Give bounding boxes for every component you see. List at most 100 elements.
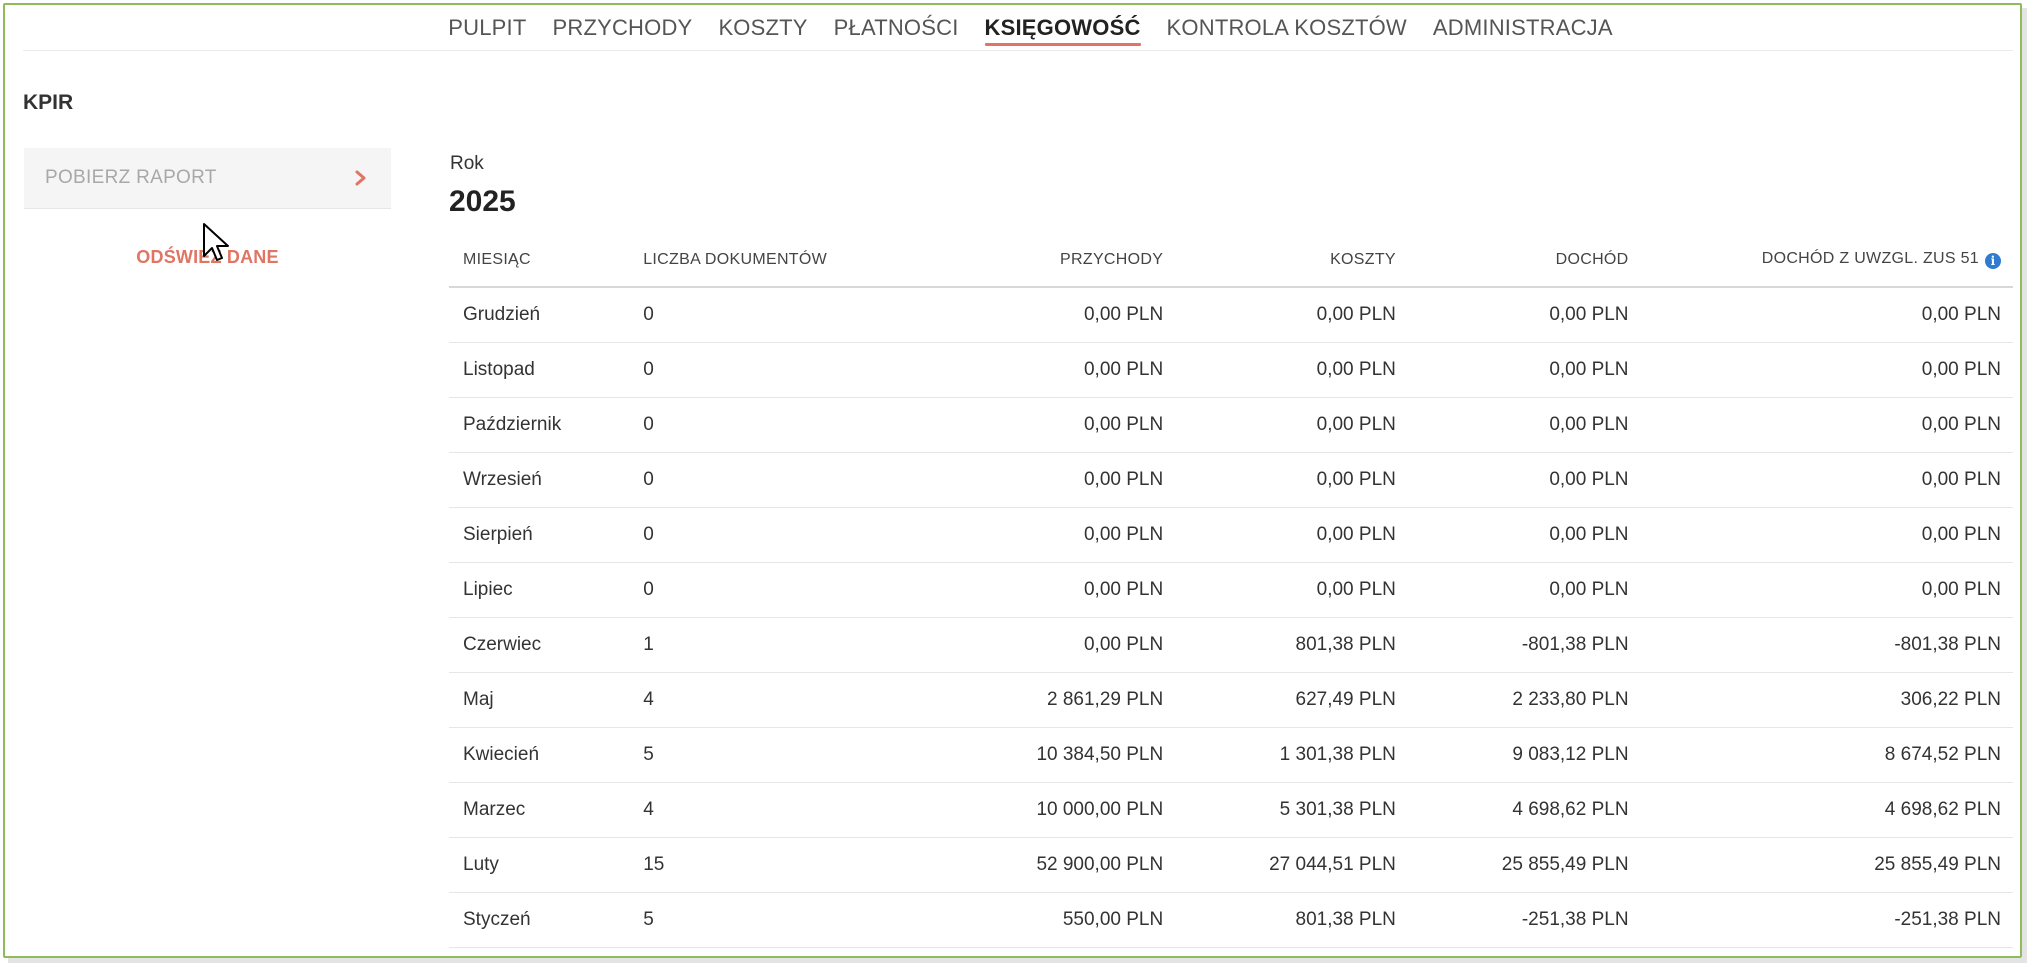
- cell-income-zus: 0,00 PLN: [1628, 287, 2013, 343]
- cell-revenue: 10 384,50 PLN: [942, 727, 1164, 783]
- cell-income-zus: 0,00 PLN: [1628, 452, 2013, 508]
- cell-document-count: 0: [643, 287, 943, 343]
- nav-platnosci[interactable]: PŁATNOŚCI: [821, 5, 972, 40]
- section-title: KPIR: [23, 91, 74, 114]
- cell-costs: 0,00 PLN: [1163, 562, 1396, 618]
- cell-income-zus: 4 698,62 PLN: [1628, 782, 2013, 838]
- cell-costs: 801,38 PLN: [1163, 892, 1396, 948]
- cell-revenue: 550,00 PLN: [942, 892, 1164, 948]
- cell-month: Styczeń: [449, 892, 644, 948]
- cell-document-count: 0: [643, 397, 943, 453]
- download-report-label: POBIERZ RAPORT: [45, 167, 217, 188]
- cell-revenue: 0,00 PLN: [942, 452, 1164, 508]
- cell-document-count: 5: [643, 892, 943, 948]
- cell-income-zus: 0,00 PLN: [1628, 397, 2013, 453]
- table-row: Lipiec 0 0,00 PLN 0,00 PLN 0,00 PLN 0,00 PLN: [449, 562, 2013, 618]
- cell-costs: 627,49 PLN: [1163, 672, 1396, 728]
- cell-income: 0,00 PLN: [1395, 397, 1629, 453]
- top-navigation: PULPIT PRZYCHODY KOSZTY PŁATNOŚCI KSIĘGO…: [5, 5, 2021, 49]
- column-header-month: MIESIĄC: [449, 233, 644, 288]
- year-label: Rok: [450, 153, 484, 174]
- column-header-income: DOCHÓD: [1395, 233, 1629, 288]
- table-row: Styczeń 5 550,00 PLN 801,38 PLN -251,38 PLN -…: [449, 892, 2013, 948]
- nav-kontrola-kosztow[interactable]: KONTROLA KOSZTÓW: [1154, 5, 1420, 40]
- cell-document-count: 15: [643, 837, 943, 893]
- download-report-button[interactable]: POBIERZ RAPORT: [24, 148, 391, 209]
- cell-revenue: 0,00 PLN: [942, 397, 1164, 453]
- column-header-document-count: LICZBA DOKUMENTÓW: [643, 233, 943, 288]
- cell-month: Lipiec: [449, 562, 644, 618]
- year-value[interactable]: 2025: [449, 185, 516, 219]
- table-row: Czerwiec 1 0,00 PLN 801,38 PLN -801,38 PLN -8…: [449, 617, 2013, 673]
- table-row: Październik 0 0,00 PLN 0,00 PLN 0,00 PLN 0,00…: [449, 397, 2013, 453]
- cell-costs: 0,00 PLN: [1163, 287, 1396, 343]
- column-header-income-zus-label: DOCHÓD Z UWZGL. ZUS 51: [1761, 250, 1979, 267]
- cell-document-count: 5: [643, 727, 943, 783]
- window-shadow-right: [2022, 8, 2027, 961]
- cell-income: 9 083,12 PLN: [1395, 727, 1629, 783]
- cell-income: 0,00 PLN: [1395, 562, 1629, 618]
- info-icon[interactable]: i: [1985, 253, 2001, 269]
- cell-document-count: 0: [643, 452, 943, 508]
- cell-month: Sierpień: [449, 507, 644, 563]
- cell-income-zus: -801,38 PLN: [1628, 617, 2013, 673]
- nav-pulpit[interactable]: PULPIT: [435, 5, 539, 40]
- cell-costs: 5 301,38 PLN: [1163, 782, 1396, 838]
- table-row: Grudzień 0 0,00 PLN 0,00 PLN 0,00 PLN 0,00 PL…: [449, 287, 2013, 343]
- table-header-row: MIESIĄC LICZBA DOKUMENTÓW PRZYCHODY KOSZ…: [449, 233, 2013, 288]
- table-row: Kwiecień 5 10 384,50 PLN 1 301,38 PLN 9 083,…: [449, 727, 2013, 783]
- nav-administracja[interactable]: ADMINISTRACJA: [1420, 5, 1626, 40]
- cell-revenue: 0,00 PLN: [942, 562, 1164, 618]
- column-header-income-zus: DOCHÓD Z UWZGL. ZUS 51 i: [1628, 233, 2013, 288]
- cell-month: Październik: [449, 397, 644, 453]
- cell-costs: 27 044,51 PLN: [1163, 837, 1396, 893]
- cell-month: Czerwiec: [449, 617, 644, 673]
- cell-month: Listopad: [449, 342, 644, 398]
- cell-document-count: 4: [643, 782, 943, 838]
- app-window: PULPIT PRZYCHODY KOSZTY PŁATNOŚCI KSIĘGO…: [3, 3, 2022, 958]
- cell-income-zus: 306,22 PLN: [1628, 672, 2013, 728]
- cell-month: Maj: [449, 672, 644, 728]
- cell-costs: 801,38 PLN: [1163, 617, 1396, 673]
- cell-costs: 0,00 PLN: [1163, 342, 1396, 398]
- mouse-pointer-icon: [203, 223, 229, 261]
- cell-revenue: 0,00 PLN: [942, 287, 1164, 343]
- cell-month: Marzec: [449, 782, 644, 838]
- cell-document-count: 0: [643, 342, 943, 398]
- cell-costs: 0,00 PLN: [1163, 507, 1396, 563]
- cell-income: 2 233,80 PLN: [1395, 672, 1629, 728]
- cell-document-count: 0: [643, 562, 943, 618]
- table-row: Listopad 0 0,00 PLN 0,00 PLN 0,00 PLN 0,00 PL…: [449, 342, 2013, 398]
- cell-income-zus: 0,00 PLN: [1628, 342, 2013, 398]
- nav-divider: [23, 50, 2013, 51]
- cell-month: Luty: [449, 837, 644, 893]
- table-row: Maj 4 2 861,29 PLN 627,49 PLN 2 233,80 PLN 30…: [449, 672, 2013, 728]
- table-row: Luty 15 52 900,00 PLN 27 044,51 PLN 25 855,4…: [449, 837, 2013, 893]
- cell-revenue: 0,00 PLN: [942, 507, 1164, 563]
- cell-document-count: 4: [643, 672, 943, 728]
- cell-income-zus: 25 855,49 PLN: [1628, 837, 2013, 893]
- nav-ksiegowosc[interactable]: KSIĘGOWOŚĆ: [972, 5, 1154, 46]
- cell-income-zus: 0,00 PLN: [1628, 562, 2013, 618]
- cell-revenue: 2 861,29 PLN: [942, 672, 1164, 728]
- cell-revenue: 10 000,00 PLN: [942, 782, 1164, 838]
- cell-revenue: 0,00 PLN: [942, 617, 1164, 673]
- cell-month: Wrzesień: [449, 452, 644, 508]
- cell-document-count: 1: [643, 617, 943, 673]
- cell-income: -801,38 PLN: [1395, 617, 1629, 673]
- cell-document-count: 0: [643, 507, 943, 563]
- nav-przychody[interactable]: PRZYCHODY: [540, 5, 706, 40]
- nav-koszty[interactable]: KOSZTY: [705, 5, 820, 40]
- cell-revenue: 0,00 PLN: [942, 342, 1164, 398]
- table-row: Wrzesień 0 0,00 PLN 0,00 PLN 0,00 PLN 0,00 PL…: [449, 452, 2013, 508]
- cell-income: 25 855,49 PLN: [1395, 837, 1629, 893]
- cell-income: -251,38 PLN: [1395, 892, 1629, 948]
- window-shadow-bottom: [8, 958, 2027, 963]
- cell-costs: 0,00 PLN: [1163, 397, 1396, 453]
- cell-income: 0,00 PLN: [1395, 452, 1629, 508]
- table-row: Sierpień 0 0,00 PLN 0,00 PLN 0,00 PLN 0,00 PL…: [449, 507, 2013, 563]
- cell-costs: 1 301,38 PLN: [1163, 727, 1396, 783]
- table-row: Marzec 4 10 000,00 PLN 5 301,38 PLN 4 698,62…: [449, 782, 2013, 838]
- cell-costs: 0,00 PLN: [1163, 452, 1396, 508]
- cell-income-zus: 0,00 PLN: [1628, 507, 2013, 563]
